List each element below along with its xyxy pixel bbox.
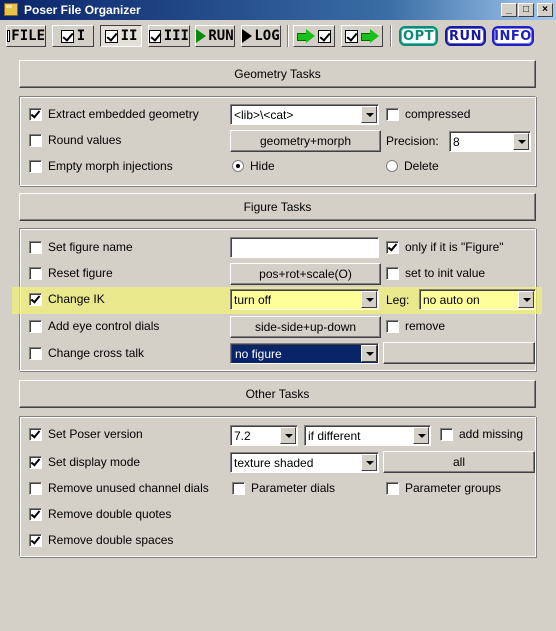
display-mode-combo[interactable]: texture shaded: [230, 452, 379, 473]
geometry-morph-button[interactable]: geometry+morph: [230, 130, 381, 152]
delete-radio[interactable]: Delete: [386, 158, 439, 174]
set-init-value-checkbox[interactable]: set to init value: [386, 265, 485, 281]
version-mode-combo[interactable]: if different: [304, 425, 431, 446]
geometry-tasks-header[interactable]: Geometry Tasks: [19, 60, 536, 88]
eye-dials-checkbox[interactable]: Add eye control dials: [29, 318, 159, 334]
add-missing-checkbox[interactable]: add missing: [440, 426, 523, 442]
parameter-groups-checkbox[interactable]: Parameter groups: [386, 480, 501, 496]
folder-icon: [4, 3, 18, 16]
figure-tasks-header[interactable]: Figure Tasks: [19, 193, 536, 221]
set-figure-name-checkbox[interactable]: Set figure name: [29, 239, 133, 255]
reset-figure-checkbox[interactable]: Reset figure: [29, 265, 113, 281]
checkbox-icon: [345, 29, 358, 43]
green-arrow-icon: [297, 29, 315, 43]
parameter-dials-checkbox[interactable]: Parameter dials: [232, 480, 335, 496]
other-tasks-header[interactable]: Other Tasks: [19, 380, 536, 408]
chevron-down-icon[interactable]: [361, 106, 377, 123]
green-arrow-icon: [361, 29, 379, 43]
remove-double-quotes-checkbox[interactable]: Remove double quotes: [29, 506, 171, 522]
figure-name-field[interactable]: [230, 237, 379, 258]
chevron-down-icon[interactable]: [361, 454, 377, 471]
pos-rot-scale-button[interactable]: pos+rot+scale(O): [230, 263, 381, 285]
checkbox-icon: [149, 29, 161, 43]
remove-double-spaces-checkbox[interactable]: Remove double spaces: [29, 532, 173, 548]
close-button[interactable]: ×: [537, 3, 553, 17]
check-arrow-button[interactable]: [341, 25, 383, 47]
leg-combo[interactable]: no auto on: [419, 289, 536, 310]
empty-morph-checkbox[interactable]: Empty morph injections: [29, 158, 173, 174]
play-icon: [196, 29, 207, 43]
maximize-button[interactable]: □: [518, 3, 534, 17]
window-title: Poser File Organizer: [24, 3, 141, 17]
library-combo[interactable]: <lib>\<cat>: [230, 104, 379, 125]
checkbox-icon: [104, 29, 118, 43]
remove-checkbox[interactable]: remove: [386, 318, 445, 334]
chevron-down-icon[interactable]: [361, 345, 377, 362]
extract-geometry-checkbox[interactable]: Extract embedded geometry: [29, 106, 199, 122]
log-button[interactable]: LOG: [241, 25, 281, 47]
checkbox-icon: [60, 29, 74, 43]
pass-1-button[interactable]: I: [52, 25, 94, 47]
chevron-down-icon[interactable]: [361, 291, 377, 308]
toolbar-separator: [390, 25, 392, 47]
file-button[interactable]: FILE: [6, 25, 46, 47]
precision-combo[interactable]: 8: [449, 131, 531, 152]
round-values-checkbox[interactable]: Round values: [29, 132, 121, 148]
options-button[interactable]: OPT: [399, 26, 438, 46]
only-if-figure-checkbox[interactable]: only if it is "Figure": [386, 239, 504, 255]
title-bar: Poser File Organizer _ □ ×: [0, 0, 556, 20]
poser-version-combo[interactable]: 7.2: [230, 425, 298, 446]
info-button[interactable]: INFO: [492, 26, 534, 46]
change-ik-checkbox[interactable]: Change IK: [29, 291, 105, 307]
set-display-mode-checkbox[interactable]: Set display mode: [29, 454, 140, 470]
pass-3-button[interactable]: III: [148, 25, 190, 47]
all-button[interactable]: all: [383, 451, 535, 473]
chevron-down-icon[interactable]: [518, 291, 534, 308]
chevron-down-icon[interactable]: [280, 427, 296, 444]
arrow-check-button[interactable]: [293, 25, 335, 47]
chevron-down-icon[interactable]: [513, 133, 529, 150]
cross-talk-checkbox[interactable]: Change cross talk: [29, 345, 144, 361]
hide-radio[interactable]: Hide: [232, 158, 275, 174]
cross-talk-figure-button[interactable]: [383, 342, 535, 364]
file-icon: [7, 30, 11, 42]
run-all-button[interactable]: RUN: [445, 26, 486, 46]
set-poser-version-checkbox[interactable]: Set Poser version: [29, 426, 143, 442]
remove-unused-dials-checkbox[interactable]: Remove unused channel dials: [29, 480, 209, 496]
leg-label: Leg:: [386, 293, 410, 307]
pass-2-button[interactable]: II: [100, 25, 142, 47]
cross-talk-combo[interactable]: no figure: [230, 343, 379, 364]
toolbar-separator: [287, 25, 289, 47]
play-outline-icon: [242, 29, 253, 43]
run-button[interactable]: RUN: [195, 25, 235, 47]
side-up-down-button[interactable]: side-side+up-down: [230, 316, 381, 338]
chevron-down-icon[interactable]: [413, 427, 429, 444]
precision-label: Precision:: [386, 134, 439, 148]
checkbox-icon: [318, 29, 331, 43]
compressed-checkbox[interactable]: compressed: [386, 106, 470, 122]
ik-combo[interactable]: turn off: [230, 289, 379, 310]
minimize-button[interactable]: _: [501, 3, 517, 17]
